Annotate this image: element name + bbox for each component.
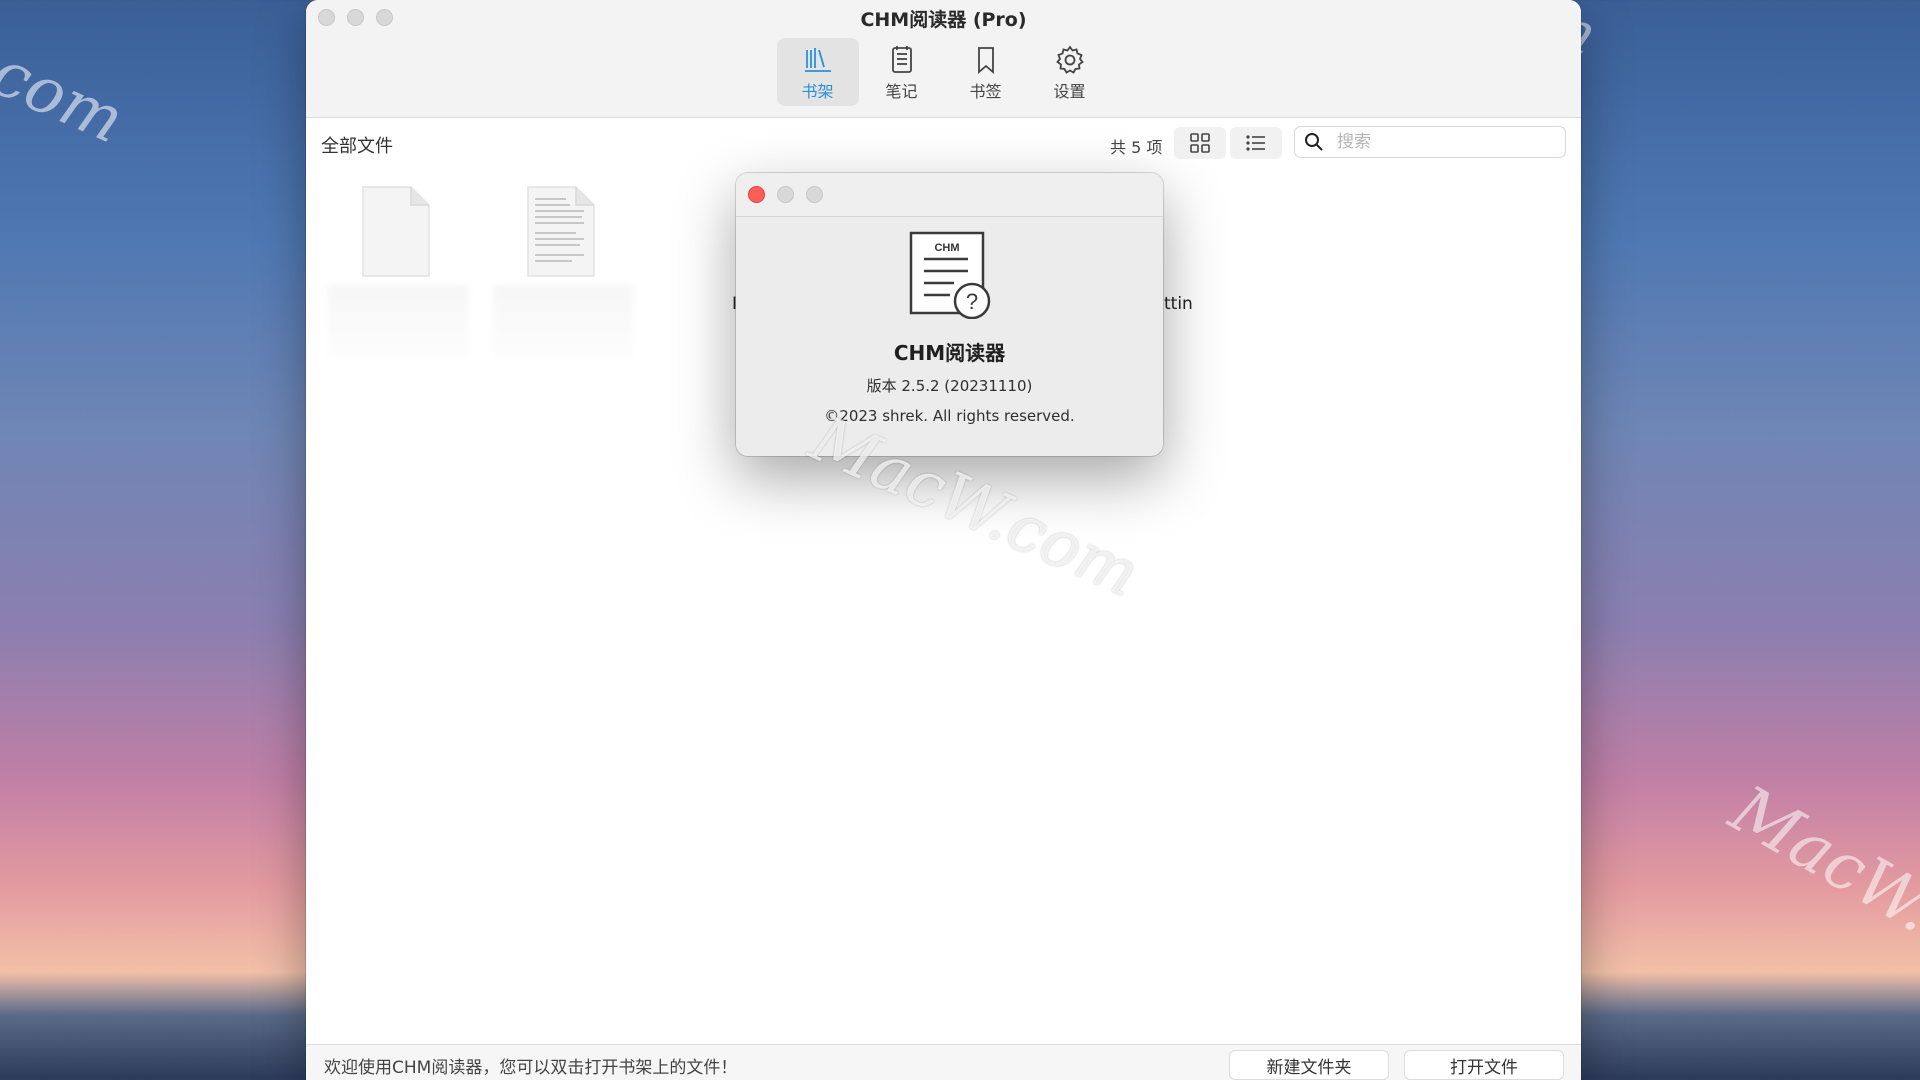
about-titlebar — [736, 173, 1163, 217]
svg-text:?: ? — [966, 289, 978, 314]
about-version: 版本 2.5.2 (20231110) — [866, 377, 1033, 395]
about-close-button[interactable] — [748, 186, 765, 203]
status-bar: 欢迎使用CHM阅读器，您可以双击打开书架上的文件！ 新建文件夹 打开文件 — [306, 1044, 1581, 1080]
notes-icon — [891, 46, 912, 73]
document-icon — [527, 186, 595, 277]
tab-notes-label: 笔记 — [885, 82, 918, 101]
titlebar: CHM阅读器 (Pro) 书架 笔记 书签 设置 — [306, 0, 1581, 118]
grid-icon — [1190, 133, 1210, 153]
item-count: 共 5 项 — [1110, 138, 1163, 157]
bookmark-icon — [977, 47, 994, 74]
watermark-left: com — [0, 35, 135, 159]
search-field[interactable] — [1294, 126, 1566, 158]
tab-bookmarks-label: 书签 — [969, 82, 1002, 101]
path-bar: 全部文件 共 5 项 — [306, 118, 1581, 170]
tab-settings[interactable]: 设置 — [1029, 38, 1111, 106]
search-input[interactable] — [1335, 131, 1539, 153]
partial-file-label-right: ttin — [1164, 294, 1193, 314]
file-item[interactable] — [328, 185, 468, 360]
main-window: CHM阅读器 (Pro) 书架 笔记 书签 设置 全部文件 共 5 项 搜索 I… — [306, 0, 1581, 1080]
tab-settings-label: 设置 — [1053, 82, 1086, 101]
file-item[interactable] — [493, 185, 633, 360]
tab-bookshelf-label: 书架 — [801, 82, 834, 101]
bookshelf-icon — [804, 48, 831, 72]
about-minimize-button — [777, 186, 794, 203]
about-dialog: CHM ? CHM阅读器 版本 2.5.2 (20231110) ©2023 s… — [736, 173, 1163, 456]
file-name-blurred — [328, 285, 468, 360]
app-icon: CHM ? — [909, 231, 991, 319]
app-icon-label: CHM — [934, 242, 959, 254]
view-mode-switcher — [1174, 127, 1282, 159]
list-view-button[interactable] — [1230, 127, 1282, 159]
tab-notes[interactable]: 笔记 — [861, 38, 943, 106]
search-icon — [1305, 133, 1323, 151]
list-icon — [1246, 135, 1265, 151]
tab-bookshelf[interactable]: 书架 — [776, 38, 859, 106]
about-copyright: ©2023 shrek. All rights reserved. — [824, 407, 1075, 425]
new-folder-button[interactable]: 新建文件夹 — [1229, 1050, 1389, 1080]
gear-icon — [1055, 45, 1084, 74]
about-app-name: CHM阅读器 — [893, 341, 1006, 365]
toolbar: 书架 笔记 书签 设置 — [306, 38, 1581, 106]
about-zoom-button — [806, 186, 823, 203]
document-icon — [362, 186, 430, 277]
window-title: CHM阅读器 (Pro) — [860, 9, 1027, 31]
breadcrumb[interactable]: 全部文件 — [321, 132, 393, 158]
open-file-button[interactable]: 打开文件 — [1404, 1050, 1564, 1080]
file-name-blurred — [493, 285, 633, 360]
grid-view-button[interactable] — [1174, 127, 1226, 159]
about-window-controls — [748, 186, 823, 203]
status-message: 欢迎使用CHM阅读器，您可以双击打开书架上的文件！ — [324, 1058, 738, 1078]
tab-bookmarks[interactable]: 书签 — [945, 38, 1027, 106]
watermark-bottom-right: MacW.c — [1718, 770, 1920, 967]
